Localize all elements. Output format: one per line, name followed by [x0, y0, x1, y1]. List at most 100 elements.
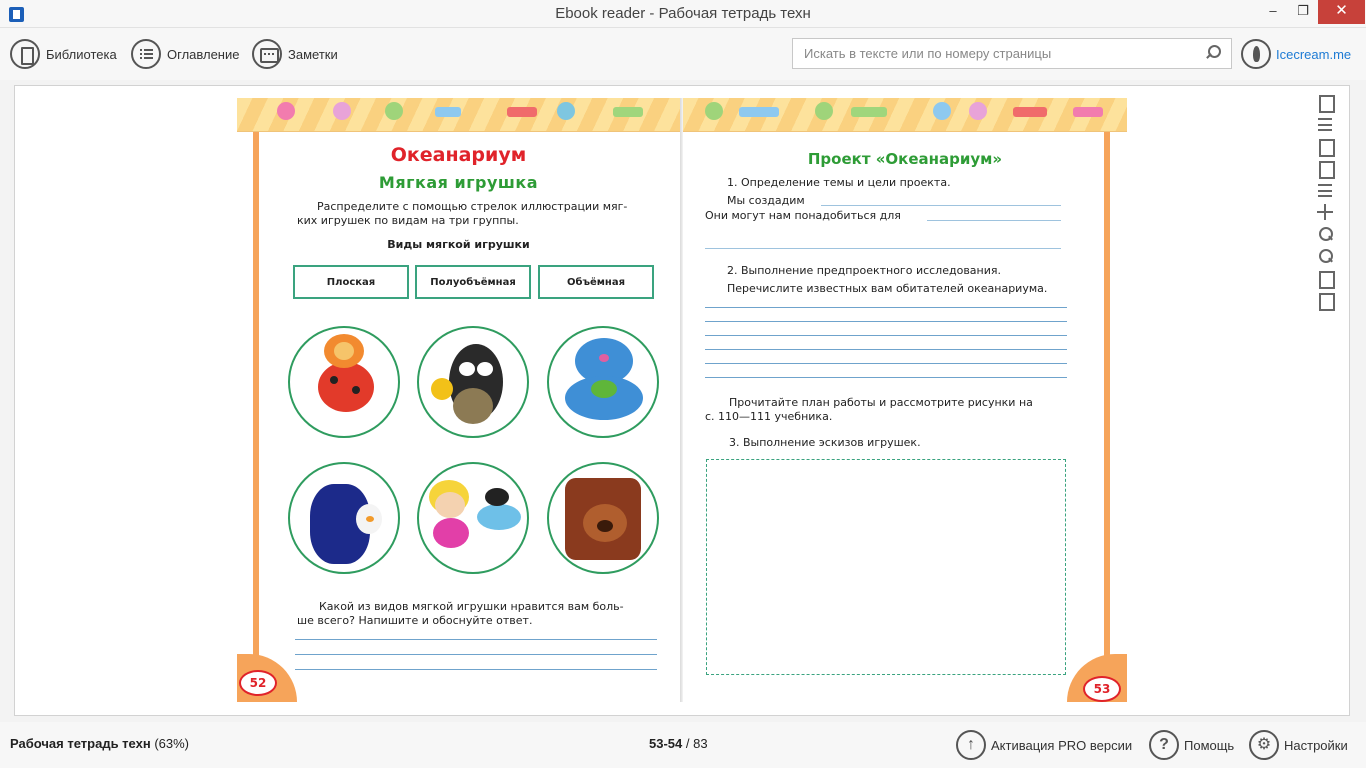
- activate-pro-button[interactable]: ↑ Активация PRO версии: [956, 729, 1132, 761]
- total-pages: / 83: [685, 736, 708, 751]
- needle-icon: [435, 107, 461, 117]
- answer-line[interactable]: [705, 335, 1067, 336]
- book-progress: Рабочая тетрадь техн (63%): [10, 736, 189, 751]
- brightness-icon[interactable]: [1317, 204, 1333, 220]
- instruction-line-1: Распределите с помощью стрелок иллюстрац…: [317, 200, 628, 213]
- answer-line[interactable]: [705, 349, 1067, 350]
- fullscreen-icon[interactable]: [1317, 94, 1335, 113]
- help-button[interactable]: ? Помощь: [1149, 729, 1234, 761]
- answer-line[interactable]: [705, 377, 1067, 378]
- contents-button[interactable]: Оглавление: [131, 38, 239, 70]
- current-pages: 53-54: [649, 736, 683, 751]
- bookmark-icon[interactable]: [1317, 138, 1335, 157]
- instruction-line-2: ких игрушек по видам на три группы.: [297, 214, 519, 227]
- toy-bear-pillow-illustration[interactable]: [547, 462, 659, 574]
- search-icon[interactable]: [1205, 45, 1221, 59]
- answer-line[interactable]: [705, 248, 1061, 249]
- comment-icon[interactable]: [1317, 160, 1335, 179]
- contents-list-icon[interactable]: [1317, 116, 1333, 132]
- right-page: Проект «Океанариум» 1. Определение темы …: [683, 98, 1127, 702]
- pro-label: Активация PRO версии: [991, 737, 1133, 753]
- read-plan-line-2: с. 110—111 учебника.: [705, 410, 833, 423]
- reader-area: Океанариум Мягкая игрушка Распределите с…: [14, 85, 1350, 716]
- book-spread: Океанариум Мягкая игрушка Распределите с…: [237, 98, 1127, 702]
- page-indicator[interactable]: 53-54 / 83: [649, 736, 708, 751]
- question-line-1: Какой из видов мягкой игрушки нравится в…: [319, 600, 624, 613]
- close-button[interactable]: ✕: [1318, 0, 1365, 24]
- minimize-button[interactable]: –: [1258, 0, 1288, 24]
- answer-line[interactable]: [295, 654, 657, 655]
- notes-button[interactable]: Заметки: [252, 38, 338, 70]
- scissors-icon: [507, 107, 537, 117]
- type-box-flat[interactable]: Плоская: [293, 265, 409, 299]
- toy-blue-bear-illustration[interactable]: [547, 326, 659, 438]
- answer-line[interactable]: [705, 307, 1067, 308]
- settings-button[interactable]: ⚙ Настройки: [1249, 729, 1348, 761]
- zoom-in-icon[interactable]: [1317, 226, 1333, 242]
- question-line-2: ше всего? Напишите и обоснуйте ответ.: [297, 614, 533, 627]
- search-input[interactable]: [793, 39, 1193, 68]
- fit-page-icon[interactable]: [1317, 270, 1335, 289]
- left-page-subtitle: Мягкая игрушка: [378, 173, 539, 192]
- needle-icon: [739, 107, 779, 117]
- sketch-area[interactable]: [706, 459, 1066, 675]
- button-decoration-icon: [277, 102, 295, 120]
- arrow-up-icon: ↑: [956, 730, 986, 760]
- thread-spool-icon: [557, 102, 575, 120]
- settings-label: Настройки: [1284, 737, 1348, 753]
- contents-label: Оглавление: [167, 46, 240, 62]
- icecream-logo-icon: [1241, 39, 1271, 69]
- we-create-text: Мы создадим: [727, 194, 805, 207]
- status-bar: Рабочая тетрадь техн (63%) 53-54 / 83 ↑ …: [0, 722, 1366, 768]
- toy-penguin-bag-illustration[interactable]: [288, 462, 400, 574]
- right-page-title: Проект «Океанариум»: [807, 150, 1003, 168]
- maximize-button[interactable]: ❐: [1288, 0, 1318, 24]
- type-box-semi-volume[interactable]: Полуобъёмная: [415, 265, 531, 299]
- left-page-number: 52: [239, 670, 277, 696]
- notes-label: Заметки: [288, 46, 338, 62]
- answer-line[interactable]: [705, 363, 1067, 364]
- page-edge: [253, 132, 259, 672]
- help-label: Помощь: [1184, 737, 1235, 753]
- page-edge: [1104, 132, 1110, 672]
- step-1-text: 1. Определение темы и цели проекта.: [727, 176, 951, 189]
- list-inhabitants-text: Перечислите известных вам обитателей оке…: [727, 282, 1048, 295]
- brand-label: Icecream.me: [1276, 46, 1352, 62]
- right-page-number: 53: [1083, 676, 1121, 702]
- type-box-volume[interactable]: Объёмная: [538, 265, 654, 299]
- toy-doll-and-fish-illustration[interactable]: [417, 462, 529, 574]
- book-title: Рабочая тетрадь техн: [10, 736, 151, 751]
- types-heading: Виды мягкой игрушки: [387, 238, 530, 251]
- brand-link[interactable]: Icecream.me: [1241, 38, 1351, 70]
- compass-icon: [613, 107, 643, 117]
- decorative-banner: [683, 98, 1127, 132]
- answer-line[interactable]: [821, 205, 1061, 206]
- window-title: Ebook reader - Рабочая тетрадь техн: [555, 5, 811, 22]
- yarn-ball-icon: [333, 102, 351, 120]
- scissors-icon: [1013, 107, 1047, 117]
- gear-icon: ⚙: [1249, 730, 1279, 760]
- they-may-need-text: Они могут нам понадобиться для: [705, 209, 901, 222]
- answer-line[interactable]: [705, 321, 1067, 322]
- toy-ladybug-illustration[interactable]: [288, 326, 400, 438]
- library-button[interactable]: Библиотека: [10, 38, 117, 70]
- decorative-banner: [237, 98, 680, 132]
- answer-line[interactable]: [295, 669, 657, 670]
- actual-size-icon[interactable]: [1317, 292, 1335, 311]
- left-page-title: Океанариум: [390, 144, 527, 166]
- notes-icon: [252, 39, 282, 69]
- library-label: Библиотека: [46, 46, 117, 62]
- progress-percent: (63%): [154, 736, 189, 751]
- zoom-out-icon[interactable]: [1317, 248, 1333, 264]
- list-icon: [131, 39, 161, 69]
- button-decoration-icon: [385, 102, 403, 120]
- toy-mole-illustration[interactable]: [417, 326, 529, 438]
- help-icon: ?: [1149, 730, 1179, 760]
- answer-line[interactable]: [295, 639, 657, 640]
- left-page: Океанариум Мягкая игрушка Распределите с…: [237, 98, 680, 702]
- text-lines-icon[interactable]: [1317, 182, 1333, 198]
- needle-icon: [1073, 107, 1103, 117]
- step-3-text: 3. Выполнение эскизов игрушек.: [729, 436, 921, 449]
- answer-line[interactable]: [927, 220, 1061, 221]
- search-box: [792, 38, 1232, 69]
